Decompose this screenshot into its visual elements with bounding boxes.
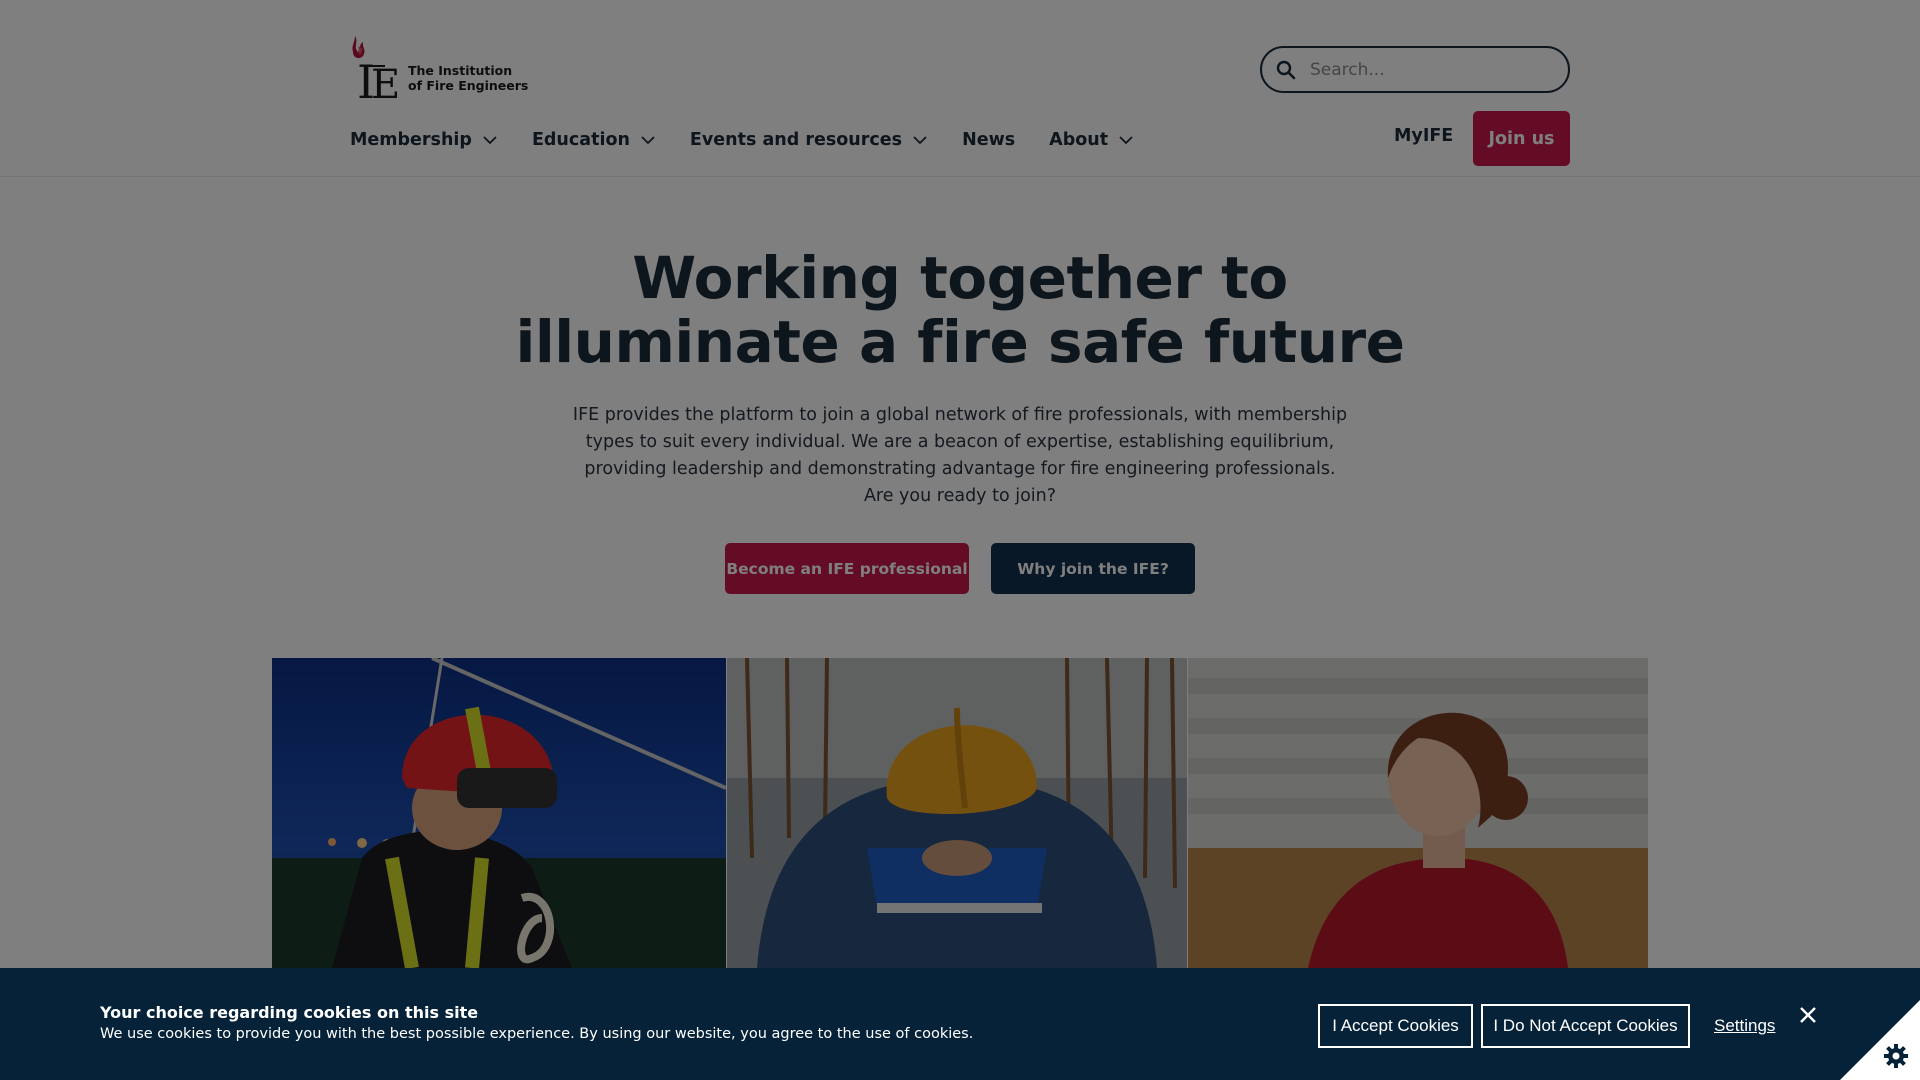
gear-icon[interactable]: [1883, 1043, 1909, 1069]
accept-cookies-button[interactable]: I Accept Cookies: [1318, 1004, 1473, 1048]
cookie-text: We use cookies to provide you with the b…: [100, 1026, 974, 1042]
cookie-settings-link[interactable]: Settings: [1714, 1016, 1775, 1036]
cookie-title: Your choice regarding cookies on this si…: [100, 1003, 479, 1022]
page-dim-overlay: [0, 0, 1920, 968]
decline-cookies-button[interactable]: I Do Not Accept Cookies: [1481, 1004, 1690, 1048]
close-icon[interactable]: [1797, 1004, 1819, 1026]
